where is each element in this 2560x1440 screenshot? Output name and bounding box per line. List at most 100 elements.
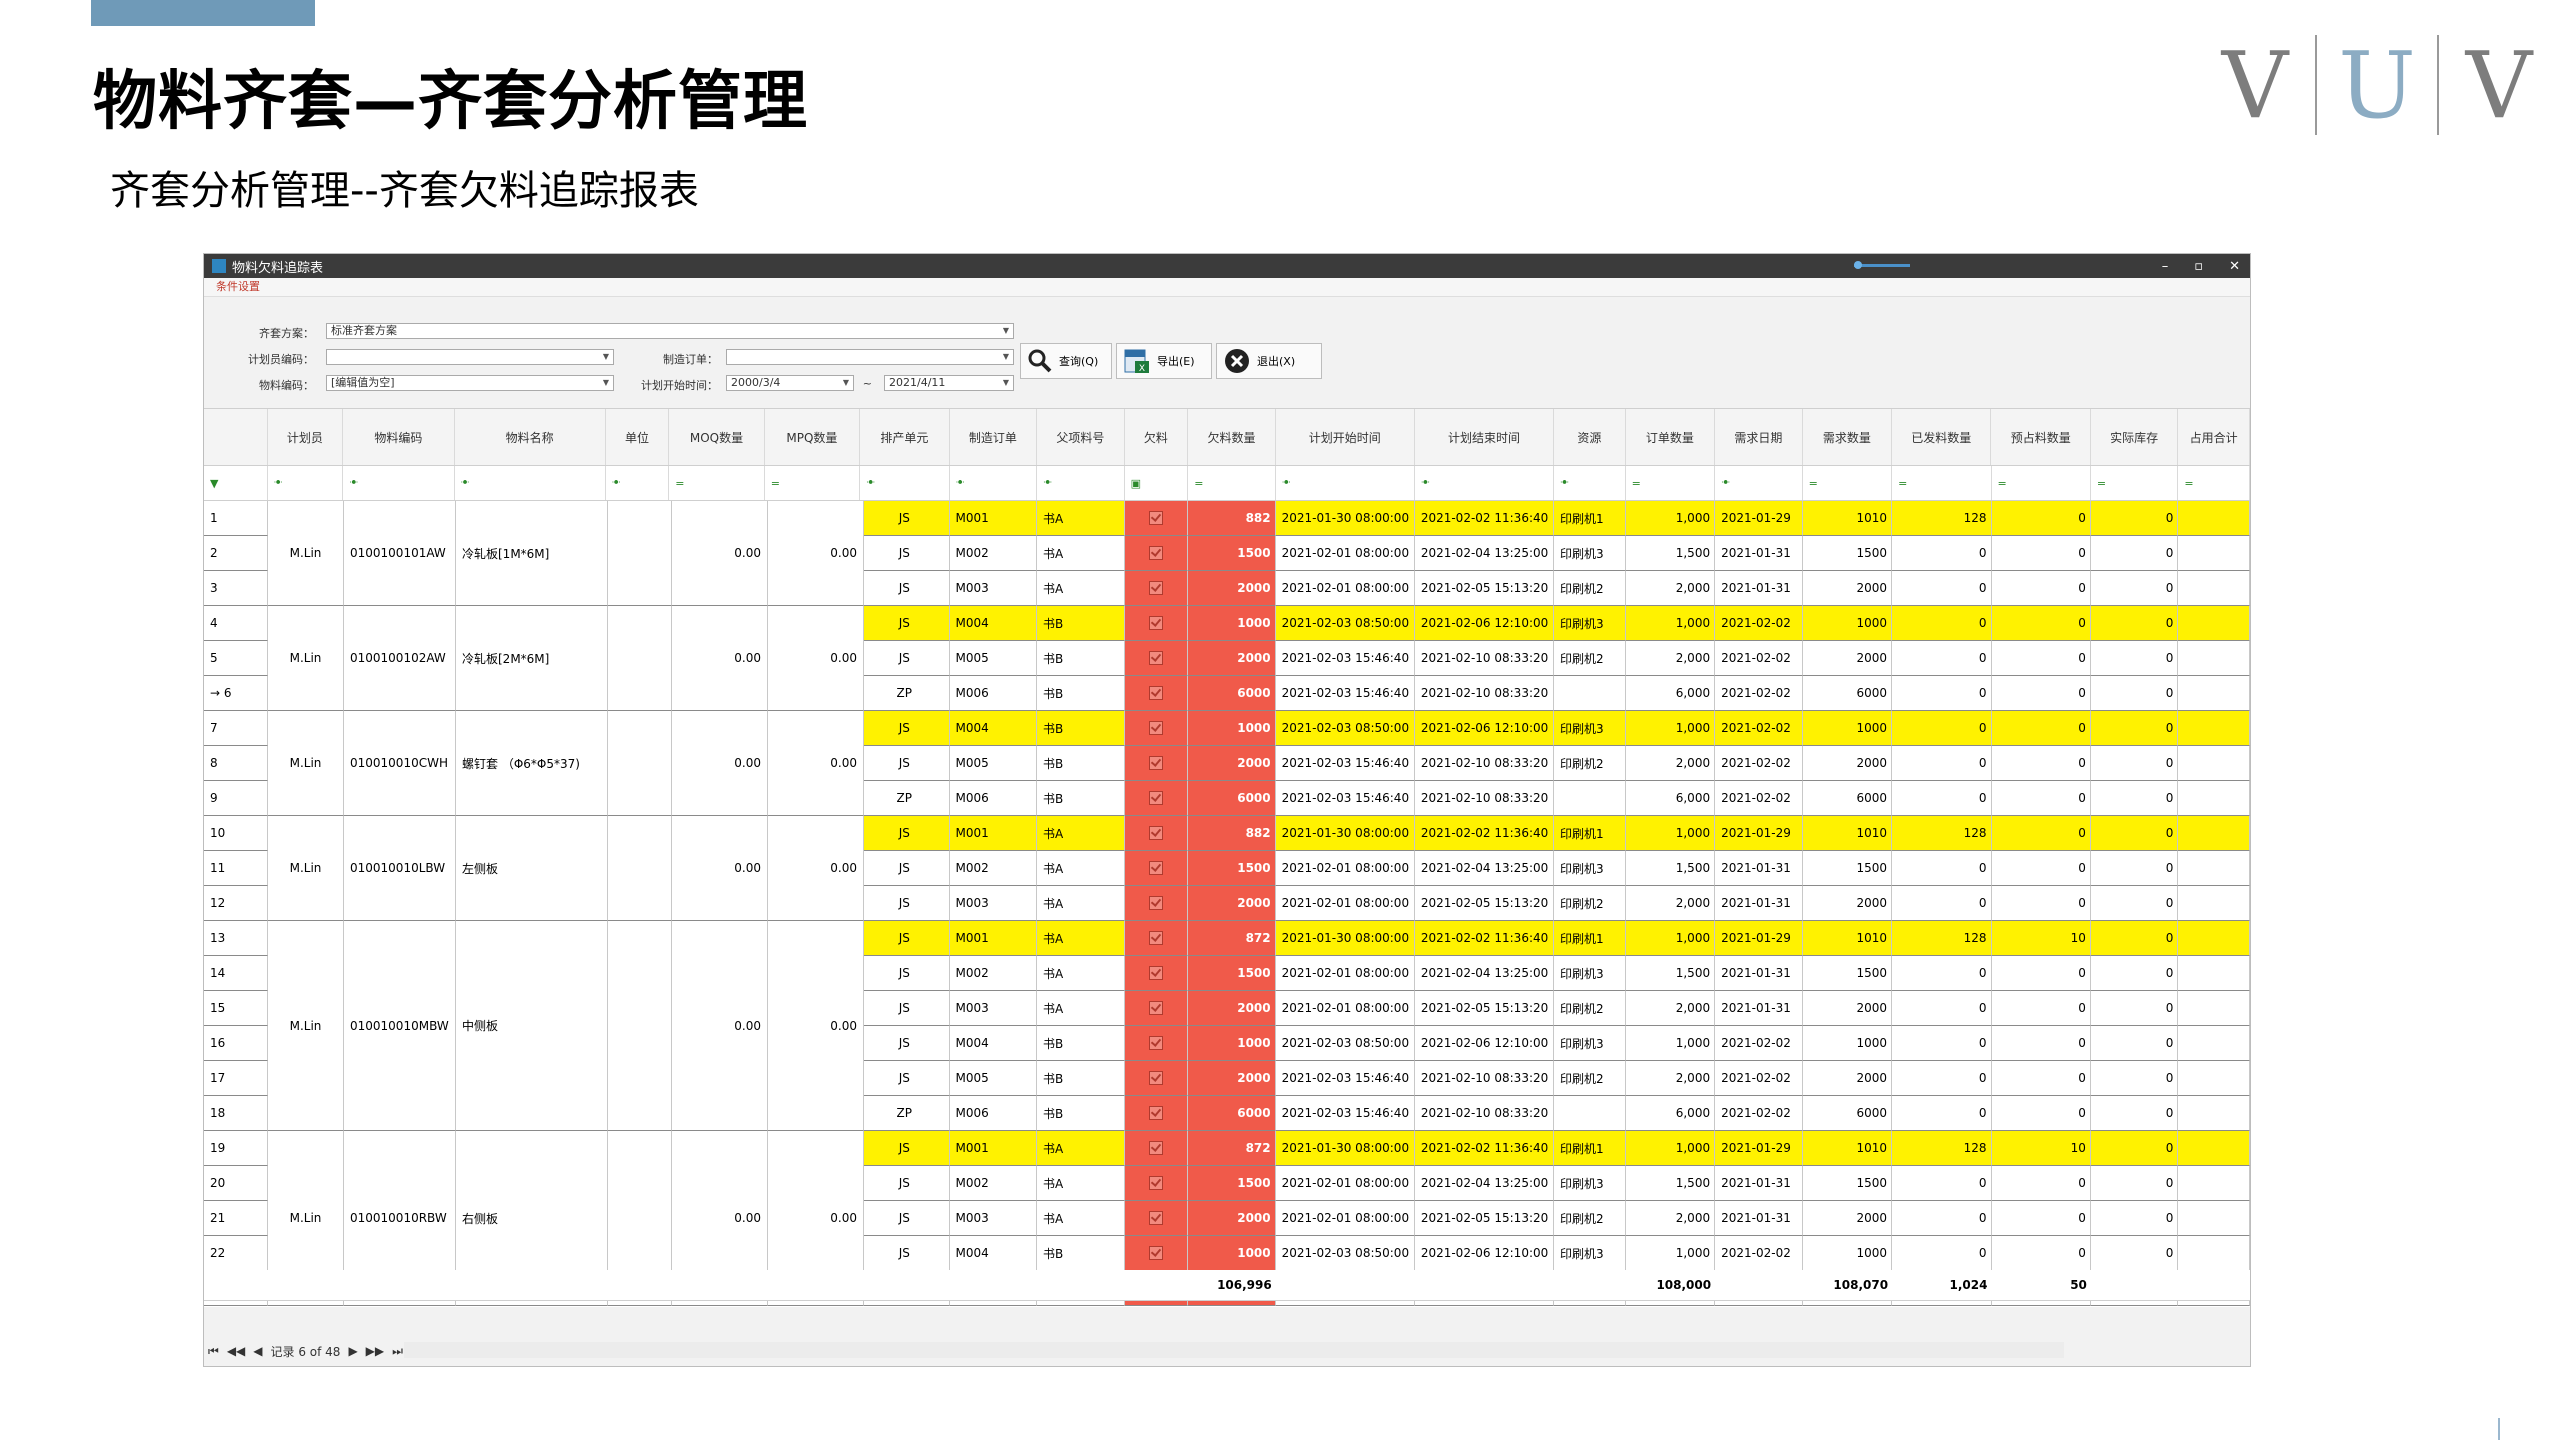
cell-dq[interactable]: 6000 (1802, 676, 1893, 711)
cell-pre[interactable]: 0 (1991, 851, 2091, 886)
shortage-checkbox-cell[interactable] (1124, 1096, 1189, 1131)
cell-iss[interactable]: 128 (1892, 816, 1992, 851)
cell-dq[interactable]: 1010 (1802, 816, 1893, 851)
cell-iss[interactable]: 0 (1892, 956, 1992, 991)
cell-dq[interactable]: 2000 (1802, 1201, 1893, 1236)
cell-dq[interactable]: 1010 (1802, 1131, 1893, 1166)
cell-pe[interactable]: 2021-02-10 08:33:20 (1414, 746, 1554, 781)
cell-qty[interactable]: 882 (1188, 501, 1276, 536)
chevron-down-icon[interactable]: ▼ (1003, 324, 1009, 338)
cell-qty[interactable]: 872 (1188, 921, 1276, 956)
cell-oq[interactable]: 2,000 (1625, 641, 1716, 676)
cell-parent[interactable]: 书A (1037, 816, 1125, 851)
checkbox-checked-icon[interactable] (1148, 616, 1163, 630)
checkbox-checked-icon[interactable] (1148, 861, 1163, 875)
column-header[interactable]: 排产单元 (860, 409, 950, 465)
cell-ps[interactable]: 2021-02-03 15:46:40 (1275, 746, 1415, 781)
cell-parent[interactable]: 书A (1037, 1131, 1125, 1166)
filter-cell-icon[interactable]: = (1803, 466, 1893, 500)
checkbox-checked-icon[interactable] (1148, 756, 1163, 770)
cell-stk[interactable]: 0 (2090, 1096, 2179, 1131)
cell-pe[interactable]: 2021-02-10 08:33:20 (1414, 1096, 1554, 1131)
cell-ps[interactable]: 2021-01-30 08:00:00 (1275, 501, 1415, 536)
cell-oq[interactable]: 1,000 (1625, 816, 1716, 851)
shortage-checkbox-cell[interactable] (1124, 1236, 1189, 1271)
cell-pre[interactable]: 0 (1991, 711, 2091, 746)
cell-ps[interactable]: 2021-02-01 08:00:00 (1275, 991, 1415, 1026)
cell-qty[interactable]: 2000 (1188, 886, 1276, 921)
checkbox-checked-icon[interactable] (1148, 1036, 1163, 1050)
cell-no[interactable]: 8 (204, 746, 268, 781)
cell-dd[interactable]: 2021-01-31 (1715, 1201, 1803, 1236)
cell-dq[interactable]: 1000 (1802, 711, 1893, 746)
cell-unit[interactable]: JS (860, 1061, 950, 1096)
cell-empty[interactable] (2178, 571, 2250, 606)
cell-dq[interactable]: 1500 (1802, 956, 1893, 991)
cell-qty[interactable]: 2000 (1188, 991, 1276, 1026)
group-cell-mpq[interactable]: 0.00 (768, 921, 864, 1131)
shortage-checkbox-cell[interactable] (1124, 571, 1189, 606)
cell-dd[interactable]: 2021-02-02 (1715, 711, 1803, 746)
cell-dd[interactable]: 2021-02-02 (1715, 641, 1803, 676)
cell-empty[interactable] (2178, 956, 2250, 991)
cell-ps[interactable]: 2021-02-03 08:50:00 (1275, 711, 1415, 746)
group-cell-code[interactable]: 010010010MBW (344, 921, 456, 1131)
group-cell-mpq[interactable]: 0.00 (768, 606, 864, 711)
cell-stk[interactable]: 0 (2090, 606, 2179, 641)
shortage-checkbox-cell[interactable] (1124, 956, 1189, 991)
cell-no[interactable]: 3 (204, 571, 268, 606)
cell-parent[interactable]: 书A (1037, 536, 1125, 571)
checkbox-checked-icon[interactable] (1148, 1141, 1163, 1155)
cell-parent[interactable]: 书B (1037, 746, 1125, 781)
cell-dq[interactable]: 2000 (1802, 886, 1893, 921)
cell-pe[interactable]: 2021-02-10 08:33:20 (1414, 781, 1554, 816)
cell-qty[interactable]: 2000 (1188, 1061, 1276, 1096)
cell-stk[interactable]: 0 (2090, 816, 2179, 851)
shortage-checkbox-cell[interactable] (1124, 606, 1189, 641)
cell-no[interactable]: → 6 (204, 676, 268, 711)
cell-no[interactable]: 11 (204, 851, 268, 886)
cell-dq[interactable]: 6000 (1802, 1096, 1893, 1131)
cell-pe[interactable]: 2021-02-04 13:25:00 (1414, 956, 1554, 991)
cell-mo[interactable]: M001 (949, 501, 1038, 536)
cell-no[interactable]: 12 (204, 886, 268, 921)
cell-stk[interactable]: 0 (2090, 1061, 2179, 1096)
chevron-down-icon[interactable]: ▼ (1003, 350, 1009, 364)
cell-empty[interactable] (2178, 536, 2250, 571)
cell-pre[interactable]: 0 (1991, 956, 2091, 991)
scheme-select[interactable]: 标准齐套方案 ▼ (326, 323, 1014, 339)
cell-qty[interactable]: 1500 (1188, 956, 1276, 991)
cell-ps[interactable]: 2021-02-03 15:46:40 (1275, 676, 1415, 711)
cell-mo[interactable]: M003 (949, 1201, 1038, 1236)
shortage-checkbox-cell[interactable] (1124, 711, 1189, 746)
cell-parent[interactable]: 书B (1037, 781, 1125, 816)
cell-oq[interactable]: 1,000 (1625, 921, 1716, 956)
cell-dd[interactable]: 2021-01-31 (1715, 886, 1803, 921)
cell-iss[interactable]: 0 (1892, 571, 1992, 606)
chevron-down-icon[interactable]: ▼ (603, 376, 609, 390)
cell-pe[interactable]: 2021-02-05 15:13:20 (1414, 886, 1554, 921)
cell-mo[interactable]: M006 (949, 781, 1038, 816)
shortage-checkbox-cell[interactable] (1124, 641, 1189, 676)
cell-dd[interactable]: 2021-02-02 (1715, 606, 1803, 641)
cell-stk[interactable]: 0 (2090, 536, 2179, 571)
column-header[interactable]: 订单数量 (1626, 409, 1716, 465)
cell-pe[interactable]: 2021-02-10 08:33:20 (1414, 641, 1554, 676)
shortage-checkbox-cell[interactable] (1124, 851, 1189, 886)
checkbox-checked-icon[interactable] (1148, 1211, 1163, 1225)
cell-iss[interactable]: 0 (1892, 781, 1992, 816)
cell-pre[interactable]: 0 (1991, 1026, 2091, 1061)
shortage-checkbox-cell[interactable] (1124, 1201, 1189, 1236)
cell-oq[interactable]: 6,000 (1625, 1096, 1716, 1131)
cell-iss[interactable]: 0 (1892, 1026, 1992, 1061)
nav-prev-button[interactable]: ◀ (253, 1344, 262, 1358)
cell-no[interactable]: 15 (204, 991, 268, 1026)
group-cell-code[interactable]: 0100100101AW (344, 501, 456, 606)
cell-no[interactable]: 2 (204, 536, 268, 571)
cell-pe[interactable]: 2021-02-02 11:36:40 (1414, 501, 1554, 536)
cell-ps[interactable]: 2021-02-01 08:00:00 (1275, 956, 1415, 991)
cell-iss[interactable]: 0 (1892, 1061, 1992, 1096)
cell-qty[interactable]: 2000 (1188, 641, 1276, 676)
cell-pe[interactable]: 2021-02-04 13:25:00 (1414, 1166, 1554, 1201)
cell-pe[interactable]: 2021-02-02 11:36:40 (1414, 816, 1554, 851)
